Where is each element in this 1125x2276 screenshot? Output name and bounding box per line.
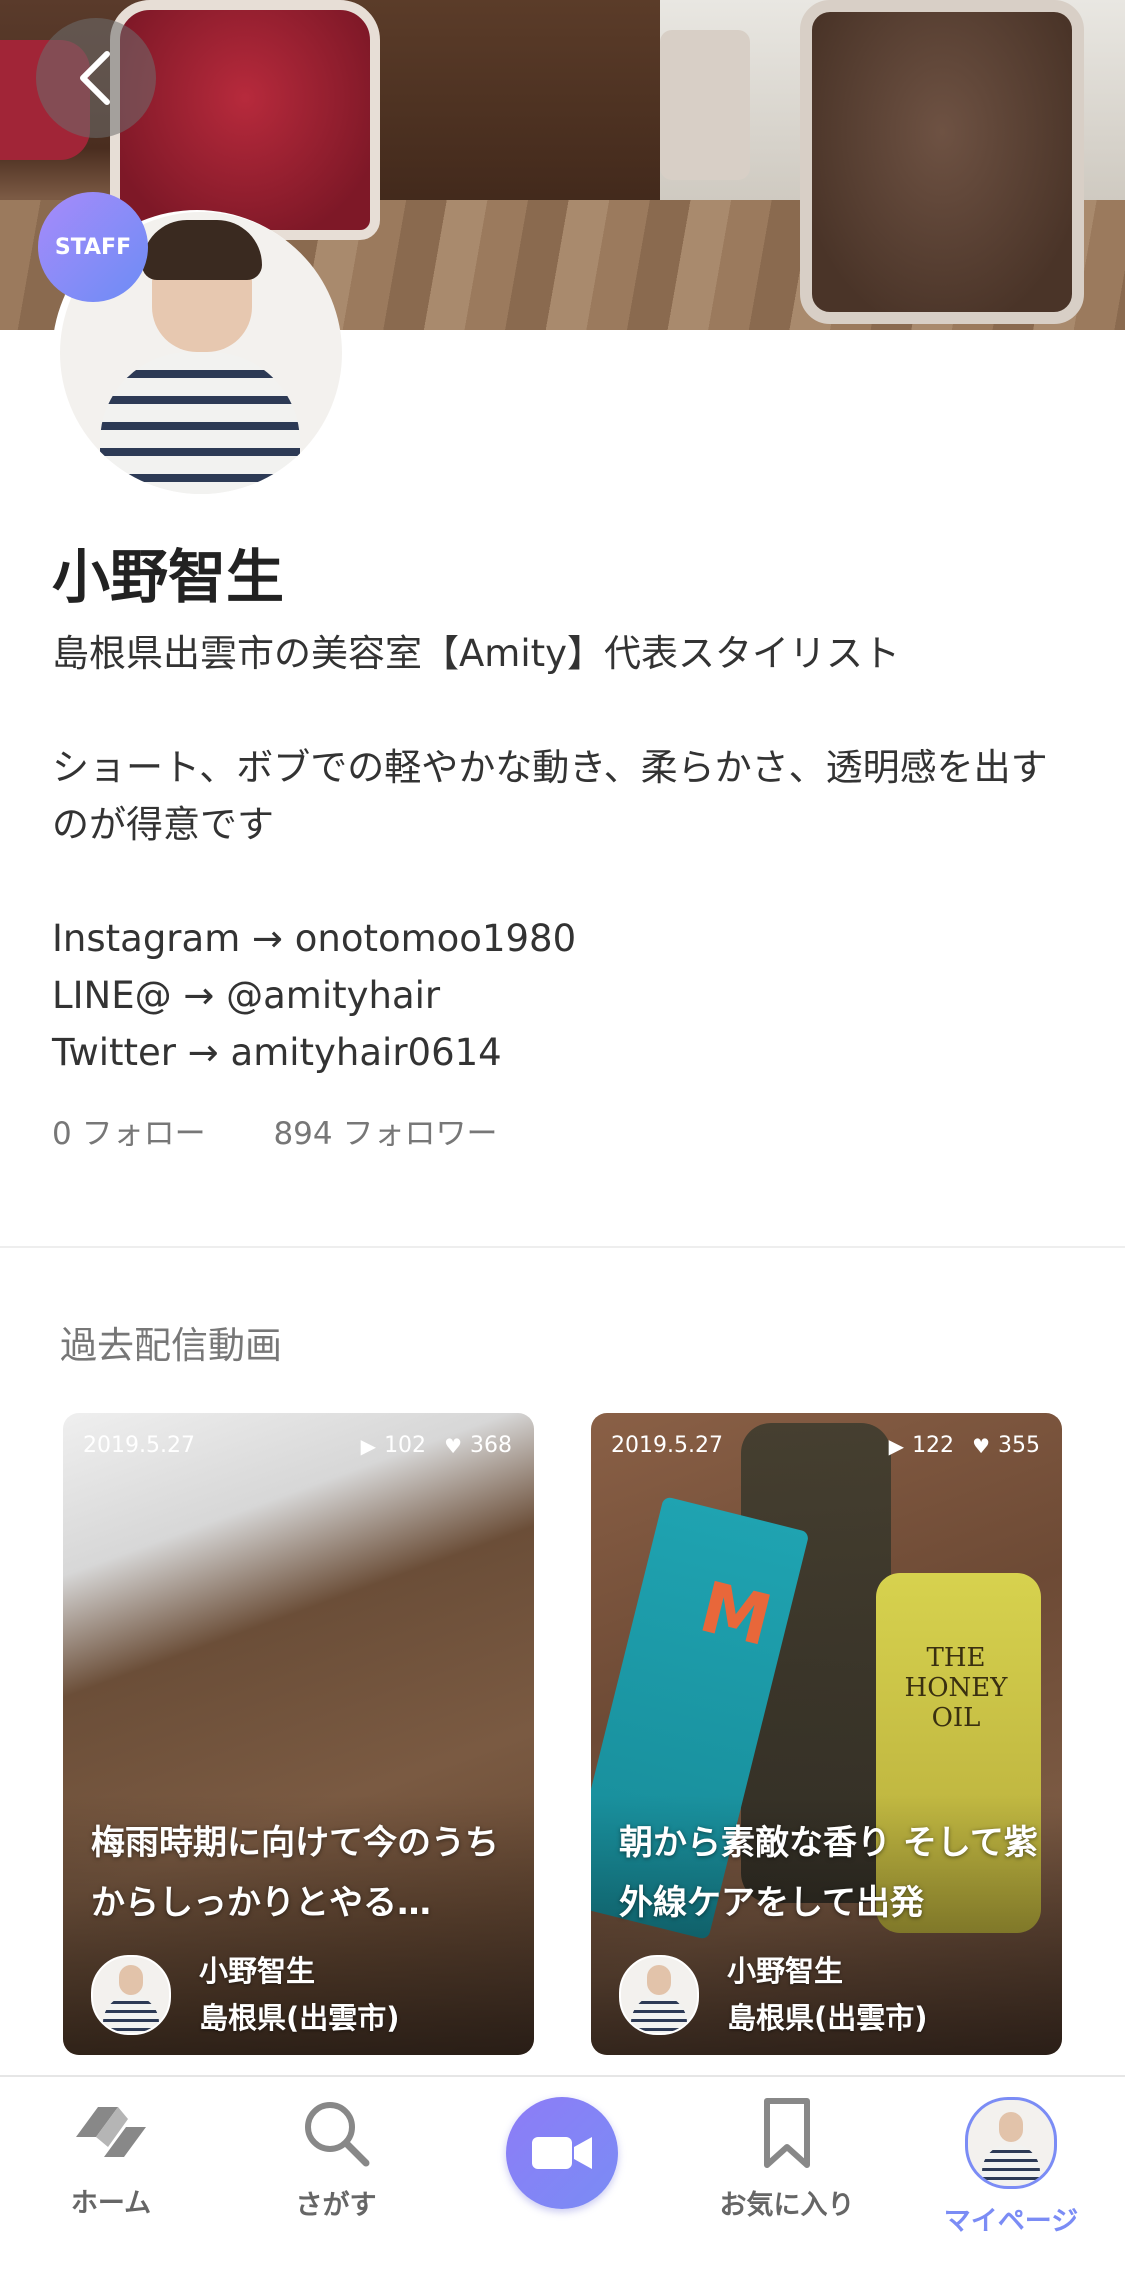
author-avatar: [91, 1955, 171, 2035]
tab-mypage[interactable]: マイページ: [911, 2097, 1111, 2238]
section-title: 過去配信動画: [60, 1324, 282, 1367]
video-author: 小野智生 島根県(出雲市): [91, 1948, 400, 2042]
profile-bio: 島根県出雲市の美容室【Amity】代表スタイリスト ショート、ボブでの軽やかな動…: [52, 632, 1048, 1074]
video-author: 小野智生 島根県(出雲市): [619, 1948, 928, 2042]
like-count: 355: [998, 1433, 1040, 1458]
home-logo-icon: [76, 2107, 146, 2157]
video-title: 朝から素敵な香り そして紫外線ケアをして出発: [619, 1823, 1038, 1923]
video-card[interactable]: 2019.5.27 ▶ 102 ♥ 368 梅雨時期に向けて今のうちからしっかり…: [63, 1413, 534, 2055]
play-icon: ▶: [360, 1433, 377, 1458]
author-location: 島根県(出雲市): [199, 2001, 400, 2035]
video-title: 梅雨時期に向けて今のうちからしっかりとやる…: [91, 1823, 499, 1923]
tab-home[interactable]: ホーム: [11, 2097, 211, 2220]
tab-home-label: ホーム: [70, 2188, 152, 2219]
bookmark-icon: [764, 2098, 810, 2168]
play-count: 102: [384, 1433, 427, 1458]
play-count: 122: [912, 1433, 955, 1458]
product-label: THE HONEY OIL: [904, 1643, 1008, 1733]
heart-icon: ♥: [972, 1433, 990, 1458]
tab-bar: ホーム さがす お気に入り マイページ: [0, 2075, 1125, 2276]
my-avatar-icon: [965, 2097, 1057, 2189]
avatar-shirt: [100, 352, 300, 494]
tab-search[interactable]: さがす: [236, 2097, 436, 2222]
follow-counts: 0 フォロー 894 フォロワー: [52, 1108, 555, 1153]
divider: [0, 1246, 1125, 1248]
tab-favorites[interactable]: お気に入り: [687, 2097, 887, 2222]
followers-count[interactable]: 894 フォロワー: [273, 1116, 497, 1152]
tab-search-label: さがす: [295, 2190, 377, 2221]
tab-mypage-label: マイページ: [943, 2206, 1079, 2237]
author-name: 小野智生: [727, 1954, 844, 1988]
author-name: 小野智生: [199, 1954, 316, 1988]
staff-badge: STAFF: [38, 192, 148, 302]
author-location: 島根県(出雲市): [727, 2001, 928, 2035]
video-date: 2019.5.27: [611, 1433, 723, 1458]
heart-icon: ♥: [444, 1433, 462, 1458]
video-card[interactable]: M THE HONEY OIL 2019.5.27 ▶ 122 ♥ 355 朝か…: [591, 1413, 1062, 2055]
search-icon: [305, 2102, 370, 2167]
back-button[interactable]: [36, 18, 156, 138]
video-stats: ▶ 102 ♥ 368: [361, 1433, 512, 1458]
cover-chair-wood: [800, 0, 1084, 324]
video-camera-icon: [532, 2137, 592, 2169]
like-count: 368: [470, 1433, 512, 1458]
video-date: 2019.5.27: [83, 1433, 195, 1458]
chevron-left-icon: [80, 51, 110, 105]
cover-chair-frame: [660, 30, 750, 180]
following-count[interactable]: 0 フォロー: [52, 1116, 206, 1152]
live-broadcast-button[interactable]: [506, 2097, 618, 2209]
avatar-hair: [142, 220, 262, 280]
video-stats: ▶ 122 ♥ 355: [889, 1433, 1040, 1458]
tab-favorites-label: お気に入り: [719, 2190, 855, 2221]
author-avatar: [619, 1955, 699, 2035]
profile-name: 小野智生: [52, 543, 285, 611]
play-icon: ▶: [888, 1433, 905, 1458]
cover-chair-red: [110, 0, 380, 240]
